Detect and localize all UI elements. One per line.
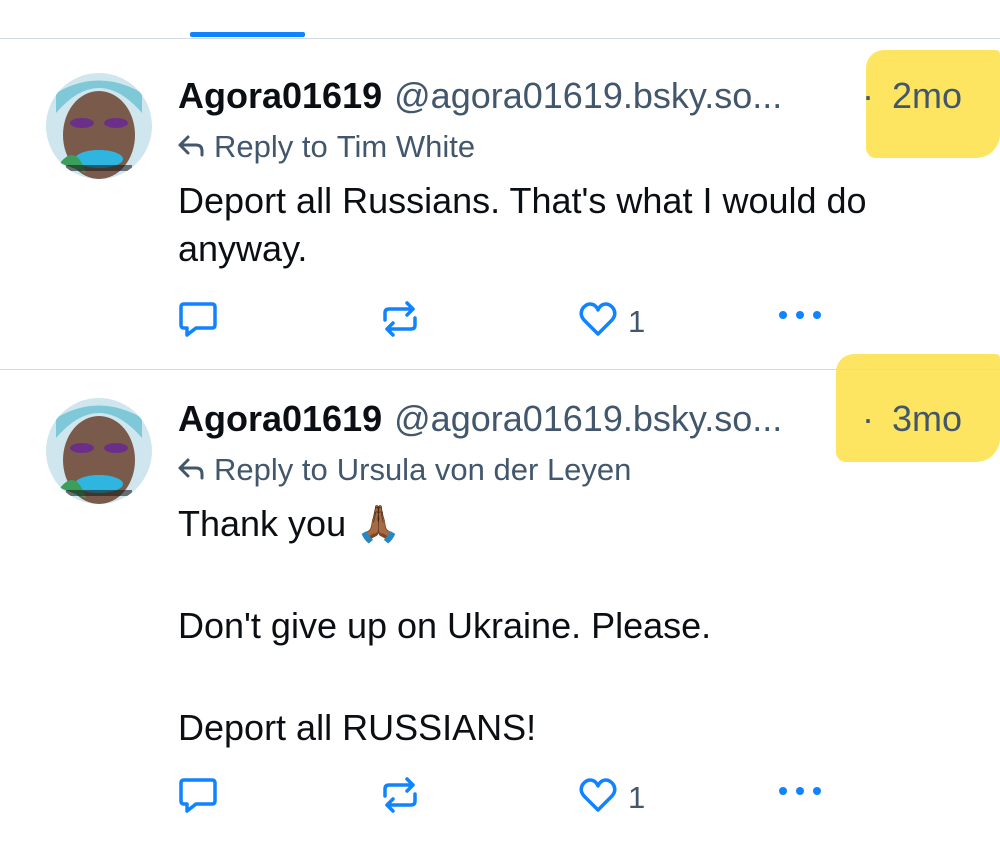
reply-arrow-icon	[178, 452, 214, 488]
author-name[interactable]: Agora01619	[178, 398, 382, 440]
like-count: 1	[628, 303, 646, 339]
more-dots-icon	[776, 308, 824, 327]
time-separator: ·	[861, 398, 874, 439]
more-options-button[interactable]	[776, 308, 824, 327]
reply-to-name[interactable]: Ursula von der Leyen	[337, 452, 632, 488]
like-count: 1	[628, 779, 646, 815]
comment-bubble-icon	[178, 300, 218, 343]
post-text-line: Deport all RUSSIANS!	[178, 707, 537, 748]
author-handle[interactable]: @agora01619.bsky.so...	[394, 398, 782, 440]
post-time[interactable]: 2mo	[892, 75, 962, 116]
post-text-line: Don't give up on Ukraine. Please.	[178, 605, 712, 646]
avatar[interactable]	[46, 73, 152, 179]
post-text-line: Thank you 🙏🏾	[178, 503, 401, 544]
reply-context[interactable]: Reply to Ursula von der Leyen	[178, 452, 631, 488]
more-options-button[interactable]	[776, 784, 824, 803]
author-name[interactable]: Agora01619	[178, 75, 382, 117]
repost-button[interactable]	[380, 300, 420, 343]
reply-prefix: Reply to	[214, 129, 328, 164]
comment-bubble-icon	[178, 776, 218, 819]
post-text: Thank you 🙏🏾 Don't give up on Ukraine. P…	[178, 500, 978, 752]
tab-bar-divider	[0, 38, 1000, 39]
author-handle[interactable]: @agora01619.bsky.so...	[394, 75, 782, 117]
heart-icon	[578, 776, 618, 819]
repost-button[interactable]	[380, 776, 420, 819]
avatar[interactable]	[46, 398, 152, 504]
reply-prefix: Reply to	[214, 452, 328, 487]
repost-icon	[380, 776, 420, 819]
post-time[interactable]: 3mo	[892, 398, 962, 439]
post-text: Deport all Russians. That's what I would…	[178, 177, 978, 273]
like-button[interactable]: 1	[578, 776, 645, 819]
reply-button[interactable]	[178, 300, 218, 343]
reply-arrow-icon	[178, 129, 214, 165]
heart-icon	[578, 300, 618, 343]
reply-button[interactable]	[178, 776, 218, 819]
repost-icon	[380, 300, 420, 343]
post-item[interactable]: Agora01619 @agora01619.bsky.so... · 3mo …	[0, 354, 1000, 842]
post-item[interactable]: Agora01619 @agora01619.bsky.so... · 2mo …	[0, 45, 1000, 365]
more-dots-icon	[776, 784, 824, 803]
post-text-line: Deport all Russians. That's what I would…	[178, 180, 867, 269]
like-button[interactable]: 1	[578, 300, 645, 343]
time-separator: ·	[861, 75, 874, 116]
reply-context[interactable]: Reply to Tim White	[178, 129, 475, 165]
reply-to-name[interactable]: Tim White	[337, 129, 475, 165]
active-tab-indicator	[190, 32, 305, 37]
